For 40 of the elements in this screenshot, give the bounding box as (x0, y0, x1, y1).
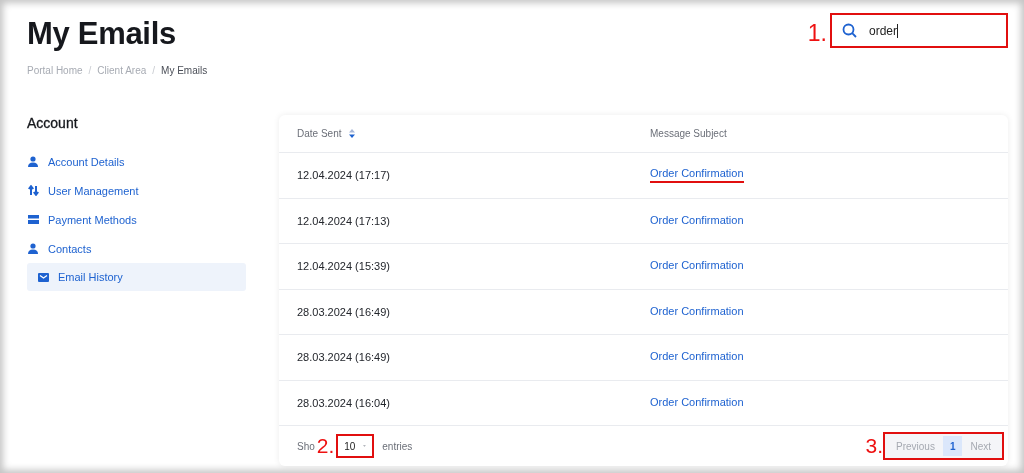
subject-link[interactable]: Order Confirmation (650, 167, 744, 184)
date-cell-text: 28.03.2024 (16:49) (297, 305, 391, 318)
annotation-number: 3. (865, 435, 883, 457)
date-cell-text: 12.04.2024 (15:39) (297, 260, 391, 273)
annotation-number: 1. (807, 21, 827, 45)
breadcrumb-current: My Emails (161, 65, 208, 76)
column-header[interactable]: Date Sent (297, 128, 356, 139)
date-cell-text: 12.04.2024 (17:17) (297, 169, 391, 182)
up-down-arrows-icon (27, 185, 39, 196)
envelope-icon (37, 272, 49, 282)
sort-icon[interactable] (349, 129, 356, 138)
entries-label: entries (382, 440, 413, 452)
date-cell-text: 28.03.2024 (16:49) (297, 351, 391, 364)
page-button[interactable]: 1 (942, 436, 963, 456)
date-cell-text: 28.03.2024 (16:04) (297, 396, 391, 409)
card-icon (27, 215, 39, 224)
person-icon (28, 243, 38, 254)
search-icon (842, 23, 857, 38)
date-cell-text: 12.04.2024 (17:13) (297, 214, 391, 227)
sidebar-item[interactable]: Email History (27, 263, 246, 291)
show-label: Sho (297, 440, 315, 452)
sidebar-item[interactable]: Payment Methods (27, 205, 246, 234)
annotation-number: 2. (316, 435, 335, 457)
subject-link[interactable]: Order Confirmation (650, 350, 744, 365)
subject-link[interactable]: Order Confirmation (650, 259, 744, 274)
person-icon (28, 156, 38, 167)
page-size-select[interactable]: 10 (336, 434, 375, 458)
sidebar-heading: Account (27, 115, 79, 131)
sidebar-item[interactable]: Account Details (27, 147, 246, 176)
sidebar-item[interactable]: User Management (27, 176, 246, 205)
page-title: My Emails (27, 16, 177, 52)
subject-link[interactable]: Order Confirmation (650, 304, 744, 319)
sidebar-item[interactable]: Contacts (27, 234, 246, 263)
search-field[interactable]: order (830, 13, 1008, 48)
breadcrumb-separator: / (88, 65, 92, 76)
subject-link[interactable]: Order Confirmation (650, 213, 744, 228)
column-header: Message Subject (650, 128, 727, 139)
breadcrumb-separator: / (152, 65, 156, 76)
subject-link[interactable]: Order Confirmation (650, 395, 744, 410)
caret-icon (363, 444, 367, 448)
